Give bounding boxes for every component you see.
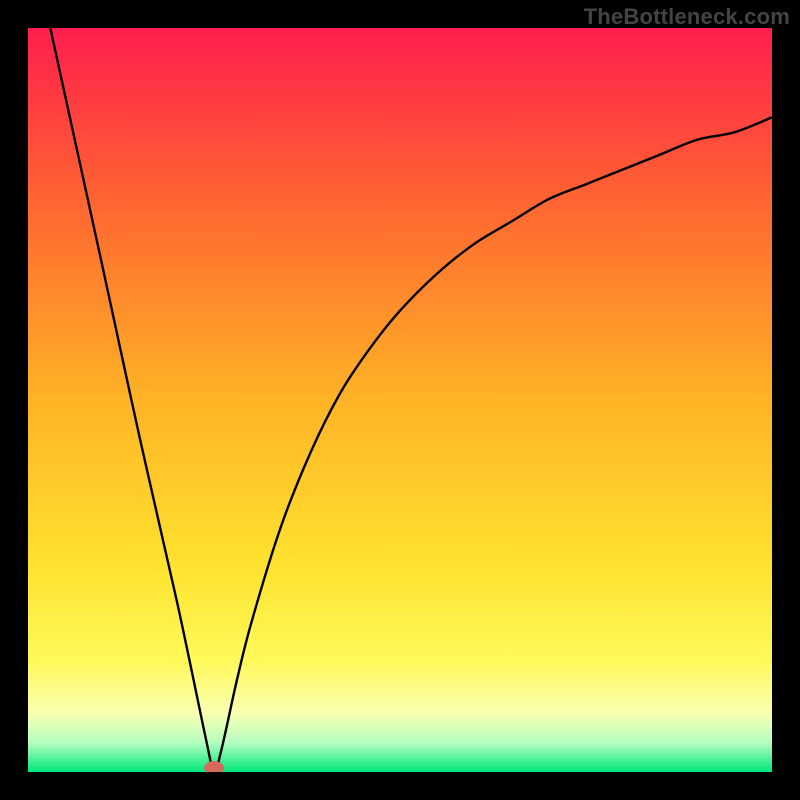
watermark-text: TheBottleneck.com	[584, 4, 790, 30]
plot-area	[28, 28, 772, 772]
chart-frame: TheBottleneck.com	[0, 0, 800, 800]
chart-svg	[28, 28, 772, 772]
gradient-background	[28, 28, 772, 772]
